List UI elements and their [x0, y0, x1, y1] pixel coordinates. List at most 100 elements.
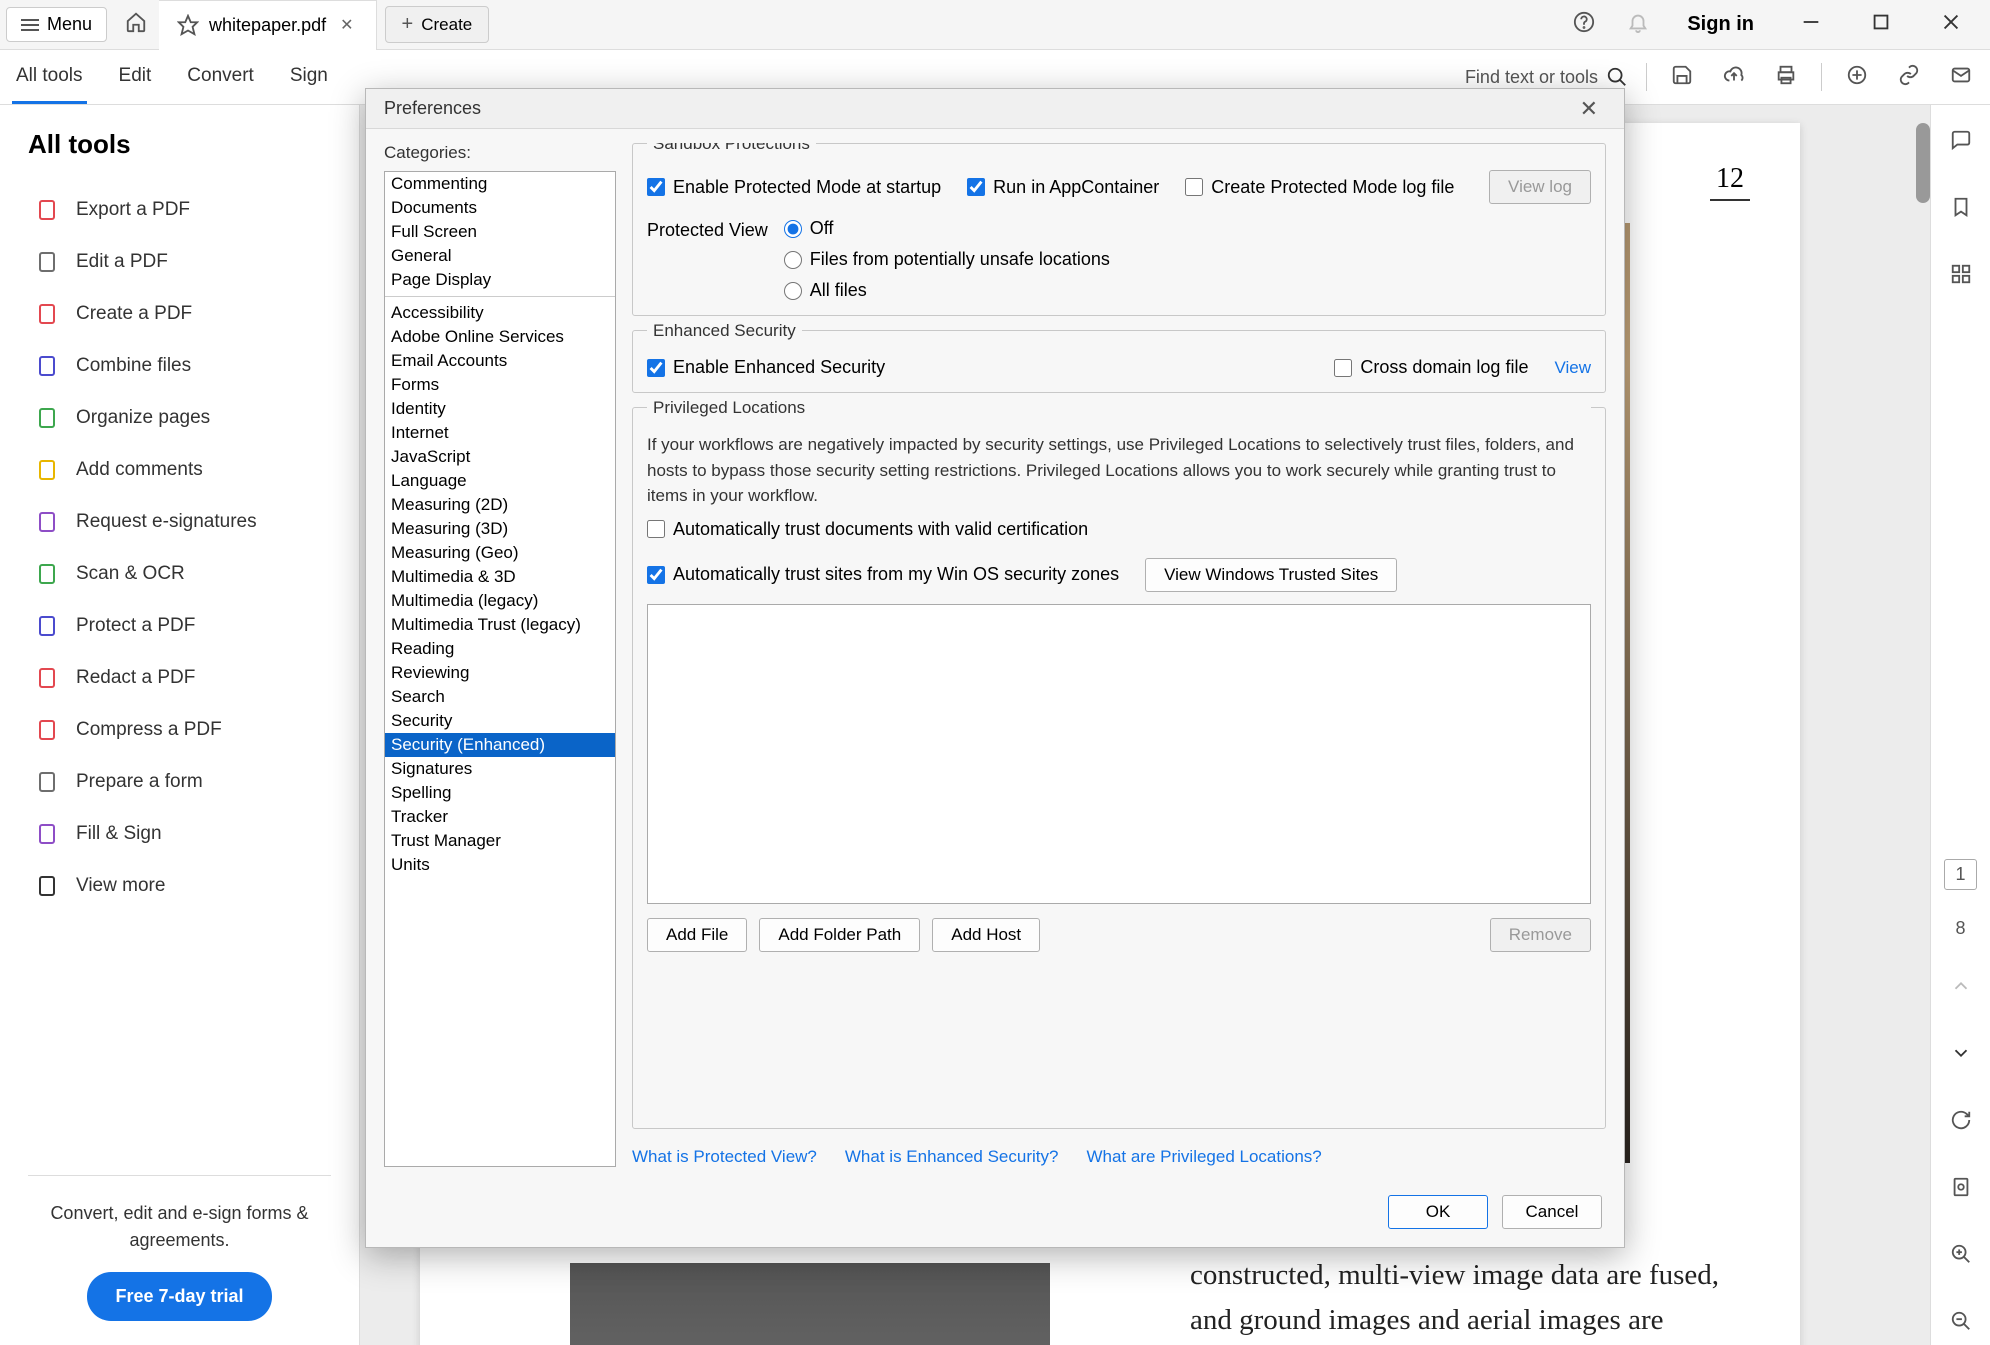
dialog-close-button[interactable]: ✕: [1572, 96, 1606, 122]
category-item[interactable]: Language: [385, 469, 615, 493]
category-item[interactable]: Internet: [385, 421, 615, 445]
cross-domain-log-checkbox[interactable]: Cross domain log file: [1334, 357, 1528, 378]
auto-sites-checkbox[interactable]: Automatically trust sites from my Win OS…: [647, 564, 1119, 585]
signin-button[interactable]: Sign in: [1669, 13, 1772, 36]
sidebar-item-create-a-pdf[interactable]: Create a PDF: [28, 288, 331, 340]
category-item[interactable]: Forms: [385, 373, 615, 397]
auto-cert-checkbox[interactable]: Automatically trust documents with valid…: [647, 519, 1591, 540]
create-button[interactable]: + Create: [385, 6, 490, 43]
minimize-button[interactable]: [1780, 3, 1842, 46]
category-item[interactable]: Search: [385, 685, 615, 709]
category-item[interactable]: Reviewing: [385, 661, 615, 685]
scrollbar-thumb[interactable]: [1916, 123, 1930, 203]
close-button[interactable]: [1920, 3, 1982, 46]
notifications-button[interactable]: [1615, 3, 1661, 46]
sidebar-item-request-e-signatures[interactable]: Request e-signatures: [28, 496, 331, 548]
category-item[interactable]: Measuring (Geo): [385, 541, 615, 565]
category-item[interactable]: Multimedia (legacy): [385, 589, 615, 613]
sidebar-item-edit-a-pdf[interactable]: Edit a PDF: [28, 236, 331, 288]
add-folder-button[interactable]: Add Folder Path: [759, 918, 920, 952]
tab-edit[interactable]: Edit: [115, 51, 156, 104]
category-item[interactable]: Tracker: [385, 805, 615, 829]
sidebar-item-organize-pages[interactable]: Organize pages: [28, 392, 331, 444]
category-item[interactable]: Full Screen: [385, 220, 615, 244]
upload-button[interactable]: [1717, 58, 1751, 97]
view-log-button[interactable]: View log: [1489, 170, 1591, 204]
help-button[interactable]: [1561, 3, 1607, 46]
category-item[interactable]: JavaScript: [385, 445, 615, 469]
tab-convert[interactable]: Convert: [183, 51, 258, 104]
category-item[interactable]: Security (Enhanced): [385, 733, 615, 757]
category-item[interactable]: Page Display: [385, 268, 615, 292]
sidebar-item-combine-files[interactable]: Combine files: [28, 340, 331, 392]
ok-button[interactable]: OK: [1388, 1195, 1488, 1229]
comment-panel-button[interactable]: [1942, 121, 1980, 164]
category-item[interactable]: Documents: [385, 196, 615, 220]
maximize-button[interactable]: [1850, 3, 1912, 46]
category-item[interactable]: Adobe Online Services: [385, 325, 615, 349]
close-tab-button[interactable]: ✕: [336, 15, 357, 35]
category-item[interactable]: Multimedia & 3D: [385, 565, 615, 589]
sidebar-item-scan-ocr[interactable]: Scan & OCR: [28, 548, 331, 600]
zoom-in-button[interactable]: [1942, 1235, 1980, 1278]
create-log-checkbox[interactable]: Create Protected Mode log file: [1185, 177, 1454, 198]
add-host-button[interactable]: Add Host: [932, 918, 1040, 952]
category-item[interactable]: Security: [385, 709, 615, 733]
run-appcontainer-checkbox[interactable]: Run in AppContainer: [967, 177, 1159, 198]
help-pv-link[interactable]: What is Protected View?: [632, 1147, 817, 1167]
rotate-button[interactable]: [1942, 1101, 1980, 1144]
category-item[interactable]: Units: [385, 853, 615, 877]
pv-all-radio[interactable]: All files: [784, 280, 1110, 301]
category-item[interactable]: Measuring (3D): [385, 517, 615, 541]
save-button[interactable]: [1665, 58, 1699, 97]
help-pl-link[interactable]: What are Privileged Locations?: [1086, 1147, 1321, 1167]
share-button[interactable]: [1944, 58, 1978, 97]
sidebar-item-add-comments[interactable]: Add comments: [28, 444, 331, 496]
sidebar-item-redact-a-pdf[interactable]: Redact a PDF: [28, 652, 331, 704]
add-file-button[interactable]: Add File: [647, 918, 747, 952]
category-item[interactable]: Spelling: [385, 781, 615, 805]
current-page-indicator[interactable]: 1: [1944, 859, 1976, 890]
sidebar-item-view-more[interactable]: View more: [28, 860, 331, 912]
enable-enhanced-checkbox[interactable]: Enable Enhanced Security: [647, 357, 885, 378]
menu-button[interactable]: Menu: [6, 7, 107, 42]
category-item[interactable]: Signatures: [385, 757, 615, 781]
categories-listbox[interactable]: CommentingDocumentsFull ScreenGeneralPag…: [384, 171, 616, 1167]
category-item[interactable]: Reading: [385, 637, 615, 661]
pv-off-radio[interactable]: Off: [784, 218, 1110, 239]
view-trusted-button[interactable]: View Windows Trusted Sites: [1145, 558, 1397, 592]
zoom-out-button[interactable]: [1942, 1302, 1980, 1345]
sidebar-item-protect-a-pdf[interactable]: Protect a PDF: [28, 600, 331, 652]
category-item[interactable]: Accessibility: [385, 301, 615, 325]
sidebar-item-fill-sign[interactable]: Fill & Sign: [28, 808, 331, 860]
tab-sign[interactable]: Sign: [286, 51, 332, 104]
remove-button[interactable]: Remove: [1490, 918, 1591, 952]
help-es-link[interactable]: What is Enhanced Security?: [845, 1147, 1059, 1167]
sidebar-item-compress-a-pdf[interactable]: Compress a PDF: [28, 704, 331, 756]
page-down-button[interactable]: [1942, 1034, 1980, 1077]
enable-protected-mode-checkbox[interactable]: Enable Protected Mode at startup: [647, 177, 941, 198]
search-box[interactable]: Find text or tools: [1465, 66, 1628, 88]
category-item[interactable]: Trust Manager: [385, 829, 615, 853]
tab-all-tools[interactable]: All tools: [12, 51, 87, 104]
cancel-button[interactable]: Cancel: [1502, 1195, 1602, 1229]
sidebar-item-prepare-a-form[interactable]: Prepare a form: [28, 756, 331, 808]
link-button[interactable]: [1892, 58, 1926, 97]
bookmark-panel-button[interactable]: [1942, 188, 1980, 231]
document-tab[interactable]: whitepaper.pdf ✕: [159, 0, 377, 50]
thumbnails-panel-button[interactable]: [1942, 255, 1980, 298]
page-up-button[interactable]: [1942, 967, 1980, 1010]
category-item[interactable]: Measuring (2D): [385, 493, 615, 517]
view-link[interactable]: View: [1554, 358, 1591, 378]
print-button[interactable]: [1769, 58, 1803, 97]
trial-button[interactable]: Free 7-day trial: [87, 1272, 271, 1321]
privileged-listbox[interactable]: [647, 604, 1591, 904]
category-item[interactable]: Commenting: [385, 172, 615, 196]
category-item[interactable]: Multimedia Trust (legacy): [385, 613, 615, 637]
category-item[interactable]: General: [385, 244, 615, 268]
home-button[interactable]: [117, 3, 155, 46]
category-item[interactable]: Email Accounts: [385, 349, 615, 373]
fit-button[interactable]: [1942, 1168, 1980, 1211]
pv-files-radio[interactable]: Files from potentially unsafe locations: [784, 249, 1110, 270]
category-item[interactable]: Identity: [385, 397, 615, 421]
